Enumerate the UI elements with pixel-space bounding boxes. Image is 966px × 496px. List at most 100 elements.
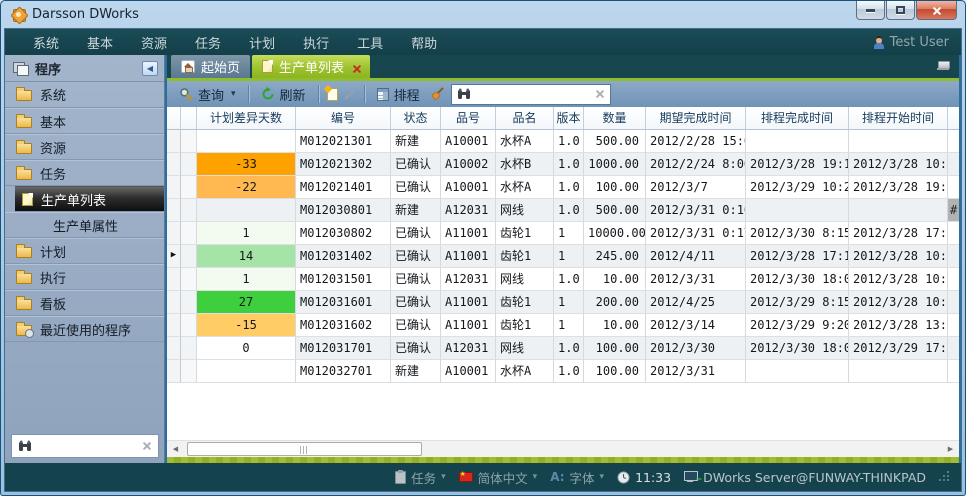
table-row[interactable]: -15M012031602已确认A11001齿轮1110.002012/3/14… [167,314,959,337]
row-selector-cell[interactable] [167,291,181,314]
folder-icon [16,90,32,101]
table-row[interactable]: 27M012031601已确认A11001齿轮11200.002012/4/25… [167,291,959,314]
tab-0[interactable]: 起始页 [171,55,250,78]
scroll-right-arrow-icon[interactable]: ▶ [942,441,959,457]
status-font-dropdown[interactable]: A: 字体 ▾ [550,468,604,487]
cell-status: 已确认 [391,245,441,268]
resize-grip[interactable] [939,471,951,483]
maximize-button[interactable] [886,1,915,20]
menu-item-0[interactable]: 系统 [19,33,73,52]
row-selector-cell[interactable] [167,337,181,360]
column-header-10[interactable]: 前 [948,107,959,130]
menu-item-5[interactable]: 执行 [289,33,343,52]
sidebar-search-input[interactable] [36,438,138,454]
cell-diff: -22 [197,176,296,199]
query-dropdown-caret-icon[interactable]: ▾ [231,89,236,99]
sidebar-item-9[interactable]: 最近使用的程序 [5,316,164,342]
horizontal-scrollbar[interactable]: ◀ ▶ [167,440,959,457]
status-task-dropdown[interactable]: 任务 ▾ [395,468,446,487]
status-language-dropdown[interactable]: 简体中文 ▾ [459,468,538,487]
sidebar-item-0[interactable]: 系统 [5,82,164,108]
cell-item-name: 水杯B [496,153,554,176]
sidebar-item-3[interactable]: 任务 [5,160,164,186]
column-header-2[interactable]: 状态 [391,107,441,130]
table-row[interactable]: 1M012030802已确认A11001齿轮1110000.002012/3/3… [167,222,959,245]
menu-item-7[interactable]: 帮助 [397,33,451,52]
menu-item-3[interactable]: 任务 [181,33,235,52]
cell-sched-finish: 2012/3/29 10:20 [746,176,849,199]
close-button[interactable] [916,1,957,20]
minimize-button[interactable] [856,1,885,20]
column-header-8[interactable]: 排程完成时间 [746,107,849,130]
sidebar-search-clear-icon[interactable] [142,441,152,451]
sidebar-item-1[interactable]: 基本 [5,108,164,134]
table-row[interactable]: -22M012021401已确认A10001水杯A1.0100.002012/3… [167,176,959,199]
cell-version: 1.0 [554,176,584,199]
tab-close-button[interactable] [352,57,360,76]
sidebar-item-5[interactable]: 生产单属性 [5,212,164,238]
table-row[interactable]: M012021301新建A10001水杯A1.0500.002012/2/28 … [167,130,959,153]
sidebar-item-2[interactable]: 资源 [5,134,164,160]
column-header-6[interactable]: 数量 [584,107,646,130]
cell-sched-start: 2012/3/29 17:46 [849,337,948,360]
title-bar[interactable]: Darsson DWorks [4,1,962,28]
sidebar-item-8[interactable]: 看板 [5,290,164,316]
grid-header-row: 计划差异天数编号状态品号品名版本数量期望完成时间排程完成时间排程开始时间前 [167,107,959,130]
cell-due: 2012/3/31 [646,268,746,291]
column-header-1[interactable]: 编号 [296,107,391,130]
row-selector-cell[interactable] [167,130,181,153]
table-row[interactable]: M012030801新建A12031网线1.0500.002012/3/31 0… [167,199,959,222]
sidebar-item-4[interactable]: 生产单列表 [15,186,164,212]
menu-item-2[interactable]: 资源 [127,33,181,52]
column-header-3[interactable]: 品号 [441,107,496,130]
current-row-marker[interactable]: ▶ [167,245,181,268]
cell-sched-finish: 2012/3/29 8:15 [746,291,849,314]
broom-button[interactable] [430,87,445,101]
table-row[interactable]: M012032701新建A10001水杯A1.0100.002012/3/31 [167,360,959,383]
new-document-button[interactable] [327,88,338,101]
sidebar-item-label: 任务 [40,164,66,183]
scrollbar-thumb[interactable] [187,442,422,456]
row-selector-cell[interactable] [167,360,181,383]
row-indicator-cell [181,360,197,383]
row-selector-cell[interactable] [167,153,181,176]
table-row[interactable]: ▶14M012031402已确认A11001齿轮11245.002012/4/1… [167,245,959,268]
menu-item-4[interactable]: 计划 [235,33,289,52]
refresh-button[interactable]: 刷新 [257,83,310,106]
column-header-4[interactable]: 品名 [496,107,554,130]
cell-version: 1.0 [554,130,584,153]
table-row[interactable]: 1M012031501已确认A12031网线1.010.002012/3/312… [167,268,959,291]
column-header-0[interactable]: 计划差异天数 [197,107,296,130]
menu-item-6[interactable]: 工具 [343,33,397,52]
toolbar-search-clear-icon[interactable] [595,89,605,99]
column-header-9[interactable]: 排程开始时间 [849,107,948,130]
row-selector-cell[interactable] [167,199,181,222]
table-row[interactable]: -33M012021302已确认A10002水杯B1.01000.002012/… [167,153,959,176]
query-button[interactable]: 查询 ▾ [175,83,240,106]
row-selector-cell[interactable] [167,268,181,291]
row-selector-cell[interactable] [167,314,181,337]
sidebar-item-label: 生产单列表 [41,190,106,209]
row-selector-cell[interactable] [167,176,181,199]
sidebar-item-6[interactable]: 计划 [5,238,164,264]
cell-extra [948,245,959,268]
scroll-left-arrow-icon[interactable]: ◀ [167,441,184,457]
pin-icon[interactable] [937,61,949,70]
row-selector-cell[interactable] [167,222,181,245]
tab-1[interactable]: 生产单列表 [252,55,370,78]
column-header-7[interactable]: 期望完成时间 [646,107,746,130]
row-indicator-cell [181,153,197,176]
programs-icon [13,62,28,75]
schedule-button[interactable]: 排程 [373,83,424,106]
sidebar-collapse-button[interactable]: ◀ [142,61,158,76]
menu-item-1[interactable]: 基本 [73,33,127,52]
toolbar-search-input[interactable] [475,86,591,102]
cell-extra [948,268,959,291]
grid-corner-cell [167,107,181,130]
table-row[interactable]: 0M012031701已确认A12031网线1.0100.002012/3/30… [167,337,959,360]
user-indicator[interactable]: Test User [873,35,953,50]
sidebar-item-7[interactable]: 执行 [5,264,164,290]
cell-order-no: M012031701 [296,337,391,360]
column-header-5[interactable]: 版本 [554,107,584,130]
edit-pencil-button[interactable] [344,89,355,100]
